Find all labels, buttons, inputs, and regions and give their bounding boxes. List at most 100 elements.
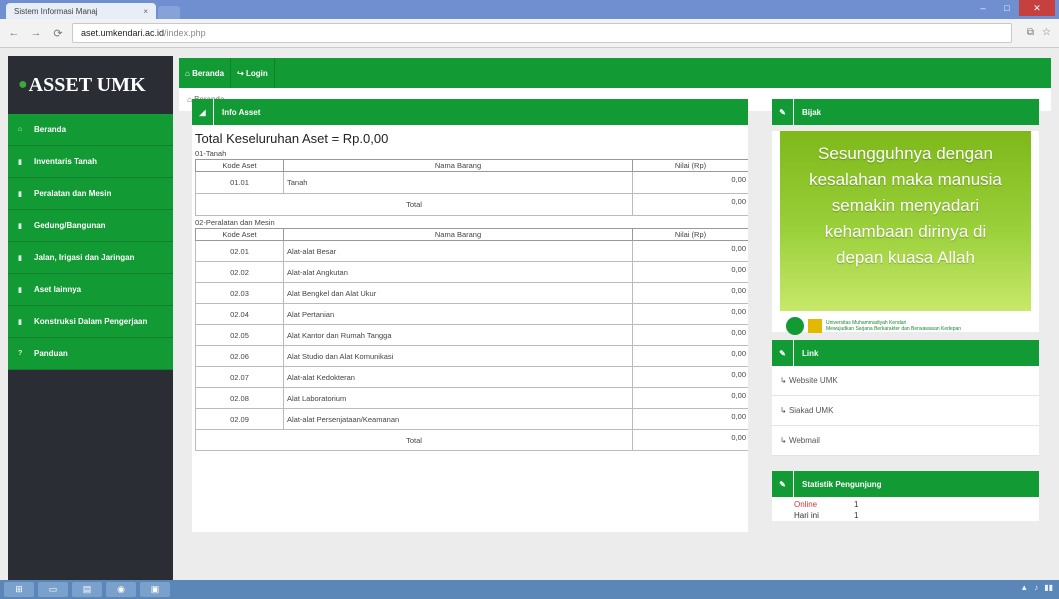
asset-table-tanah: Kode Aset Nama Barang Nilai (Rp) 01.01 T… <box>195 159 748 216</box>
chart-icon: ◢ <box>192 99 214 125</box>
network-icon[interactable]: ▲ <box>1020 583 1028 592</box>
total-asset-title: Total Keseluruhan Aset = Rp.0,00 <box>195 131 389 146</box>
explorer-icon[interactable]: ▭ <box>38 582 68 597</box>
topnav-label: Login <box>246 68 268 78</box>
cell-kode: 02.03 <box>195 282 284 304</box>
quote-line: kesalahan maka manusia <box>809 170 1002 189</box>
cell-nama[interactable]: Alat-alat Angkutan <box>283 261 633 283</box>
cell-nilai: 0,00 <box>632 408 748 430</box>
panel-header: ◢ Info Asset <box>192 99 748 125</box>
top-navbar: ⌂ Beranda ↪ Login <box>179 58 1051 88</box>
cell-kode: 02.04 <box>195 303 284 325</box>
cell-nilai: 0,00 <box>632 261 748 283</box>
table-row: 02.02 Alat-alat Angkutan 0,00 <box>195 261 748 283</box>
university-logo-icon <box>786 317 804 335</box>
cell-nama[interactable]: Alat Bengkel dan Alat Ukur <box>283 282 633 304</box>
total-value: 0,00 <box>632 193 748 216</box>
cell-nama[interactable]: Alat Laboratorium <box>283 387 633 409</box>
brand-logo[interactable]: ● ASSET UMK <box>8 56 173 114</box>
reload-icon[interactable]: ⟳ <box>50 27 66 40</box>
pin-icon: ✎ <box>772 471 794 497</box>
table-header-row: Kode Aset Nama Barang Nilai (Rp) <box>195 159 748 172</box>
quote-banner: Sesungguhnya dengan kesalahan maka manus… <box>780 131 1031 311</box>
table-row: 02.04 Alat Pertanian 0,00 <box>195 303 748 325</box>
sidebar-item-konstruksi[interactable]: ▮ Konstruksi Dalam Pengerjaan <box>8 306 173 338</box>
window-controls: – □ ✕ <box>971 0 1055 16</box>
sidebar-item-peralatan-mesin[interactable]: ▮ Peralatan dan Mesin <box>8 178 173 210</box>
col-nilai: Nilai (Rp) <box>632 228 748 241</box>
stat-value: 1 <box>854 511 859 520</box>
cell-nama[interactable]: Alat Pertanian <box>283 303 633 325</box>
browser-tabbar: Sistem Informasi Manaj × – □ ✕ <box>0 0 1059 19</box>
link-icon: ↳ <box>780 406 787 415</box>
section-label: 01-Tanah <box>195 149 227 158</box>
logo-caption: Universitas Muhammadiyah Kendari Mewujudk… <box>826 320 961 332</box>
bookmark-star-icon[interactable]: ☆ <box>1042 27 1051 38</box>
topnav-login[interactable]: ↪ Login <box>231 58 275 88</box>
cell-kode: 02.07 <box>195 366 284 388</box>
forward-arrow-icon[interactable]: → <box>28 27 44 39</box>
sidebar-item-label: Beranda <box>34 125 67 134</box>
cell-nilai: 0,00 <box>632 282 748 304</box>
cell-kode: 02.05 <box>195 324 284 346</box>
help-icon: ? <box>18 350 23 357</box>
volume-icon[interactable]: ♪ <box>1034 583 1038 592</box>
cell-nama[interactable]: Alat-alat Besar <box>283 240 633 262</box>
browser-tab[interactable]: Sistem Informasi Manaj × <box>6 3 156 19</box>
sidebar-item-label: Inventaris Tanah <box>34 157 97 166</box>
os-taskbar: ⊞ ▭ ▤ ◉ ▣ ▲ ♪ ▮▮ <box>0 580 1059 599</box>
system-tray: ▲ ♪ ▮▮ <box>1020 583 1053 592</box>
sidebar-item-label: Aset lainnya <box>34 285 82 294</box>
app-icon[interactable]: ▣ <box>140 582 170 597</box>
col-nama: Nama Barang <box>283 228 633 241</box>
url-input[interactable]: aset.umkendari.ac.id/index.php <box>72 23 1012 43</box>
cell-nilai: 0,00 <box>632 324 748 346</box>
link-webmail[interactable]: ↳ Webmail <box>772 426 1039 456</box>
cell-nama[interactable]: Alat-alat Kedokteran <box>283 366 633 388</box>
start-icon[interactable]: ⊞ <box>4 582 34 597</box>
sidebar-item-label: Jalan, Irigasi dan Jaringan <box>34 253 135 262</box>
maximize-icon[interactable]: □ <box>995 0 1019 16</box>
panel-title: Info Asset <box>222 107 261 117</box>
sidebar-item-inventaris-tanah[interactable]: ▮ Inventaris Tanah <box>8 146 173 178</box>
cell-nilai: 0,00 <box>632 345 748 367</box>
window-close-icon[interactable]: ✕ <box>1019 0 1055 16</box>
tab-close-icon[interactable]: × <box>143 7 148 16</box>
link-website-umk[interactable]: ↳ Website UMK <box>772 366 1039 396</box>
table-row: 02.01 Alat-alat Besar 0,00 <box>195 240 748 262</box>
table-row: 02.09 Alat-alat Persenjataan/Keamanan 0,00 <box>195 408 748 430</box>
cell-nama[interactable]: Alat Studio dan Alat Komunikasi <box>283 345 633 367</box>
sidebar-item-panduan[interactable]: ? Panduan <box>8 338 173 370</box>
sidebar-item-jalan-irigasi[interactable]: ▮ Jalan, Irigasi dan Jaringan <box>8 242 173 274</box>
link-panel-body: ↳ Website UMK ↳ Siakad UMK ↳ Webmail <box>772 366 1039 456</box>
link-siakad-umk[interactable]: ↳ Siakad UMK <box>772 396 1039 426</box>
sidebar-item-label: Gedung/Bangunan <box>34 221 106 230</box>
back-arrow-icon[interactable]: ← <box>6 27 22 39</box>
cell-nama[interactable]: Alat-alat Persenjataan/Keamanan <box>283 408 633 430</box>
browser-icon[interactable]: ◉ <box>106 582 136 597</box>
asset-table-peralatan: Kode Aset Nama Barang Nilai (Rp) 02.01 Al… <box>195 228 748 451</box>
total-label: Total <box>195 193 633 216</box>
stat-row: Hari ini 1 <box>772 511 1039 522</box>
info-panel-title: Bijak <box>802 107 822 117</box>
new-tab-button[interactable] <box>158 6 180 19</box>
link-label: Webmail <box>788 436 820 445</box>
translate-icon[interactable]: ⧉ <box>1027 27 1034 38</box>
table-row: 01.01 Tanah 0,00 <box>195 171 748 194</box>
folder-icon[interactable]: ▤ <box>72 582 102 597</box>
book-icon: ▮ <box>18 222 22 230</box>
address-bar: ← → ⟳ aset.umkendari.ac.id/index.php ⧉ ☆ <box>0 19 1059 48</box>
minimize-icon[interactable]: – <box>971 0 995 16</box>
cell-nama[interactable]: Alat Kantor dan Rumah Tangga <box>283 324 633 346</box>
sidebar-item-gedung-bangunan[interactable]: ▮ Gedung/Bangunan <box>8 210 173 242</box>
sidebar-item-beranda[interactable]: ⌂ Beranda <box>8 114 173 146</box>
total-value: 0,00 <box>632 429 748 451</box>
clock[interactable]: ▮▮ <box>1044 583 1053 592</box>
quote-line: Sesungguhnya dengan <box>818 144 993 163</box>
cell-nama[interactable]: Tanah <box>283 171 633 194</box>
topnav-label: Beranda <box>192 68 225 78</box>
topnav-beranda[interactable]: ⌂ Beranda <box>179 58 232 88</box>
sidebar-item-label: Konstruksi Dalam Pengerjaan <box>34 317 148 326</box>
sidebar-item-aset-lainnya[interactable]: ▮ Aset lainnya <box>8 274 173 306</box>
pin-icon: ✎ <box>772 340 794 366</box>
